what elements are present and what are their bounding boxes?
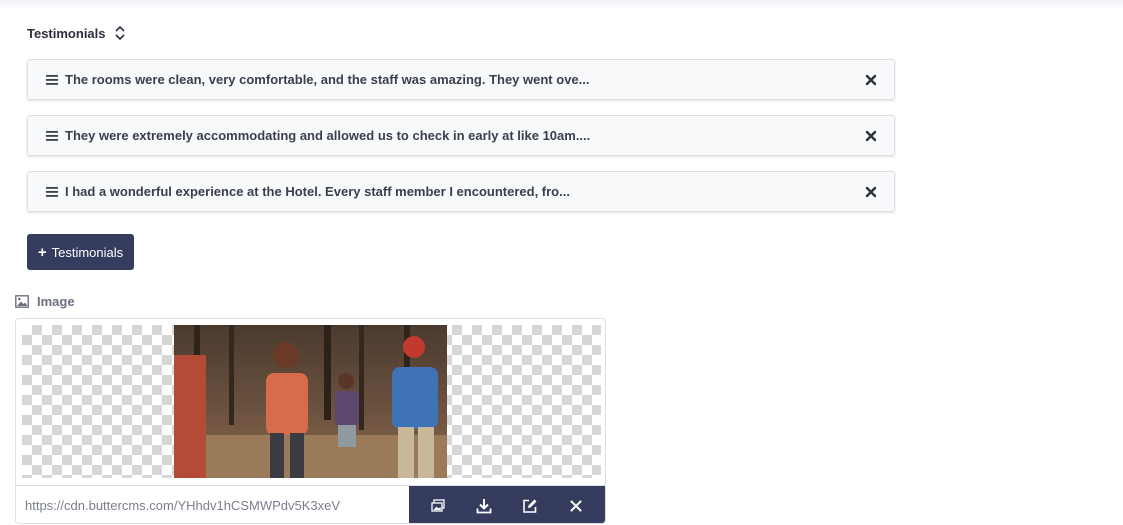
hikers-photo — [174, 325, 447, 478]
testimonial-text: The rooms were clean, very comfortable, … — [65, 72, 590, 87]
image-field-label: Image — [15, 294, 75, 309]
remove-icon[interactable] — [865, 130, 877, 142]
drag-handle-icon[interactable] — [45, 130, 59, 142]
image-url-input[interactable] — [16, 486, 409, 523]
testimonial-text: They were extremely accommodating and al… — [65, 128, 591, 143]
image-preview[interactable] — [22, 325, 601, 478]
clear-image-button[interactable] — [567, 497, 585, 515]
section-header: Testimonials — [27, 24, 126, 42]
testimonial-item[interactable]: The rooms were clean, very comfortable, … — [27, 59, 895, 100]
download-icon — [476, 498, 492, 513]
image-field — [15, 318, 606, 524]
testimonial-item[interactable]: They were extremely accommodating and al… — [27, 115, 895, 156]
image-toolbar — [409, 486, 605, 523]
gallery-icon — [431, 498, 445, 512]
download-button[interactable] — [475, 497, 493, 515]
testimonial-item[interactable]: I had a wonderful experience at the Hote… — [27, 171, 895, 212]
testimonial-text: I had a wonderful experience at the Hote… — [65, 184, 570, 199]
add-testimonial-label: Testimonials — [51, 244, 124, 260]
add-testimonial-button[interactable]: + Testimonials — [27, 234, 134, 270]
sort-up-down-icon[interactable] — [114, 24, 126, 42]
close-icon — [570, 500, 582, 511]
image-label-text: Image — [37, 294, 75, 309]
edit-button[interactable] — [521, 497, 539, 515]
remove-icon[interactable] — [865, 186, 877, 198]
remove-icon[interactable] — [865, 74, 877, 86]
drag-handle-icon[interactable] — [45, 74, 59, 86]
top-shadow — [0, 0, 1123, 10]
drag-handle-icon[interactable] — [45, 186, 59, 198]
gallery-button[interactable] — [429, 497, 447, 515]
section-title: Testimonials — [27, 25, 106, 41]
image-icon — [15, 295, 29, 308]
edit-icon — [523, 499, 537, 513]
plus-icon: + — [37, 243, 47, 261]
image-url-bar — [16, 485, 605, 523]
